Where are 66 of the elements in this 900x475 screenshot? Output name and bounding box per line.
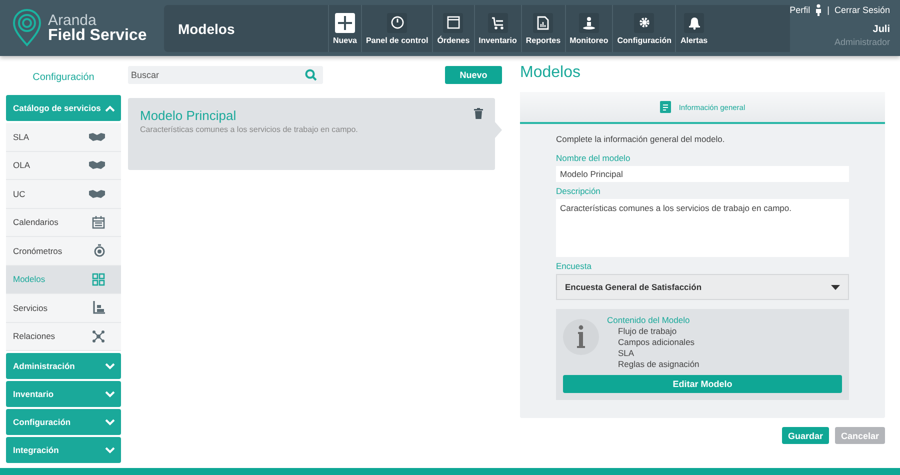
user-name: Juli [872,24,890,35]
nav-button[interactable]: Nueva [328,5,361,52]
nav-button[interactable]: Panel de control [360,5,432,52]
sidebar-item[interactable]: OLA [6,152,121,180]
content-item: SLA [617,348,636,359]
nav-button[interactable]: Inventario [474,5,521,52]
profile-link[interactable]: Perfil [790,5,810,15]
field-label: Encuesta [556,261,592,271]
chevron-up-icon [105,104,115,112]
content-item: Reglas de asignación [617,359,700,370]
stopwatch-icon [94,244,105,258]
selection-pointer [495,122,502,138]
nav-button[interactable]: Órdenes [432,5,474,52]
chevron-down-icon [105,418,115,426]
survey-dropdown[interactable]: Encuesta General de Satisfacción [556,274,849,300]
search-icon [305,69,317,81]
model-name: Modelo Principal [140,108,238,123]
user-role: Administrador [834,37,890,47]
section-title: Modelos [520,64,582,82]
nav-button[interactable]: Monitoreo [564,5,612,52]
gauge-icon [390,16,404,29]
field-label: Nombre del modelo [556,153,632,163]
search-field[interactable]: Buscar [128,66,323,84]
report-icon [537,16,550,30]
sidebar-title: Configuración [32,71,96,85]
page-title: Modelos [176,20,236,36]
sidebar-item[interactable]: SLA [6,123,121,152]
instruction-text: Complete la información general del modelo. [556,134,726,144]
person-icon [815,4,822,16]
grid-icon [92,272,105,286]
person-icon [582,16,596,30]
sidebar-item[interactable]: UC [6,180,121,208]
info-title: Contenido del Modelo [607,315,691,326]
sidebar-item[interactable]: Servicios [6,294,121,322]
sidebar-item[interactable]: Calendarios [6,208,121,237]
sidebar-item[interactable]: Relaciones [6,322,121,351]
content-item: Flujo de trabajo [617,326,678,337]
document-icon [660,101,671,113]
stacked-boxes-icon [93,301,105,314]
field-label: Descripción [556,186,602,196]
content-item: Campos adicionales [617,337,696,348]
separator: | [827,5,830,15]
model-name-field[interactable]: Modelo Principal [556,166,849,182]
brand-product: Field Service [48,28,147,44]
nav-button[interactable]: Configuración [612,5,676,52]
model-description: Características comunes a los servicios de trabajo en campo. [140,125,358,134]
sidebar-item[interactable]: Cronómetros [6,237,121,266]
logout-link[interactable]: Cerrar Sesión [834,5,890,15]
location-pin-logo-icon [12,9,42,47]
info-icon [563,319,599,355]
nav-button[interactable]: Alertas [675,5,712,52]
trash-icon[interactable] [474,108,483,119]
description-field[interactable]: Características comunes a los servicios de trabajo en campo. [556,199,849,257]
caret-icon [831,284,840,290]
brand-name: Aranda [48,12,96,28]
calendar-icon [92,216,105,229]
bell-icon [688,16,701,30]
gear-icon [638,16,651,29]
chevron-down-icon [105,390,115,398]
nav-button[interactable]: Reportes [520,5,565,52]
chevron-down-icon [105,362,115,370]
plus-icon [338,16,352,30]
network-icon [92,330,105,343]
window-icon [446,16,460,29]
chevron-down-icon [105,446,115,454]
cart-icon [490,16,505,30]
